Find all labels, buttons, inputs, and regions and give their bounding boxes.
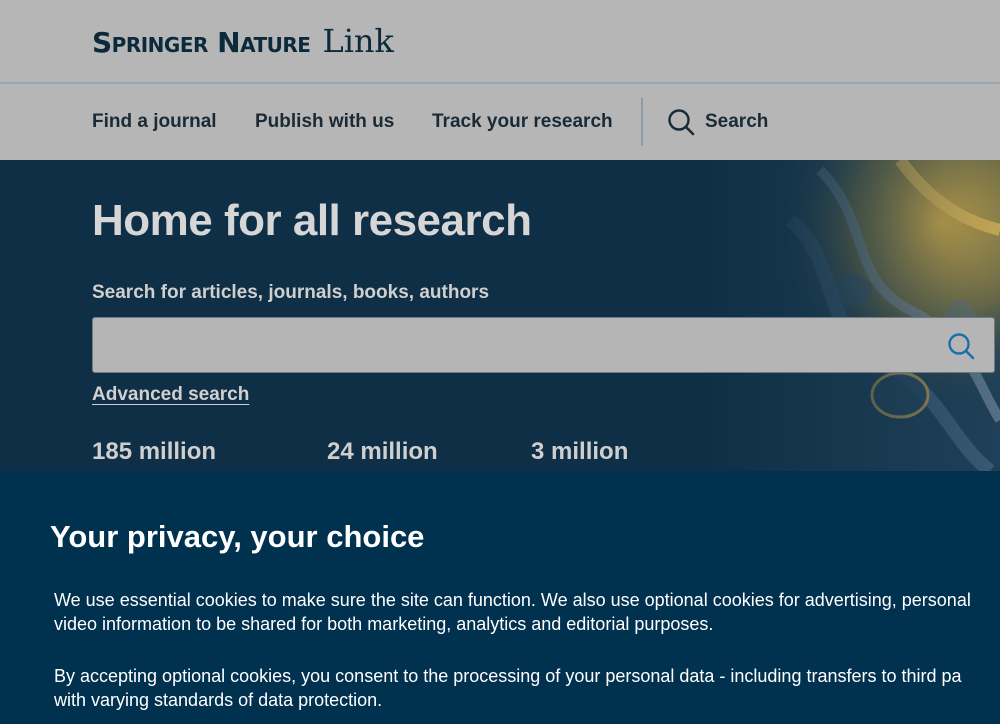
nav-track-your-research[interactable]: Track your research [432,84,613,160]
site-header: Springer Nature Link [0,0,1000,84]
cookie-paragraph-essential: We use essential cookies to make sure th… [54,588,1000,636]
marbled-artwork-image [700,160,1000,471]
nav-publish-with-us[interactable]: Publish with us [255,84,394,160]
search-input[interactable] [92,317,995,373]
cookie-paragraph-consent: By accepting optional cookies, you conse… [54,664,1000,712]
cookie-text-line: By accepting optional cookies, you conse… [54,666,962,686]
search-label: Search for articles, journals, books, au… [92,282,490,303]
cookie-text-line: We use essential cookies to make sure th… [54,590,971,610]
nav-search-button[interactable]: Search [667,84,768,160]
search-submit-button[interactable] [944,329,978,363]
cookie-text-line: video information to be shared for both … [54,614,714,634]
stat-value: 24 million [327,438,438,465]
springer-nature-link-logo[interactable]: Springer Nature Link [92,22,394,60]
stat-value: 3 million [531,438,629,465]
cookie-text-line: with varying standards of data protectio… [54,690,383,710]
main-nav: Find a journal Publish with us Track you… [0,84,1000,160]
stat-value: 185 million [92,438,217,465]
nav-find-a-journal[interactable]: Find a journal [92,84,217,160]
logo-product-text: Link [322,22,394,60]
logo-brand-text: Springer Nature [92,26,311,59]
cookie-title: Your privacy, your choice [50,519,425,554]
nav-divider [641,98,643,146]
advanced-search-link[interactable]: Advanced search [92,384,249,406]
hero-title: Home for all research [92,196,532,245]
nav-search-label: Search [705,111,769,132]
cookie-consent-banner: Your privacy, your choice We use essenti… [0,471,1000,724]
hero-section: Home for all research Search for article… [0,160,1000,471]
search-icon [668,109,695,136]
search-icon [948,333,975,360]
